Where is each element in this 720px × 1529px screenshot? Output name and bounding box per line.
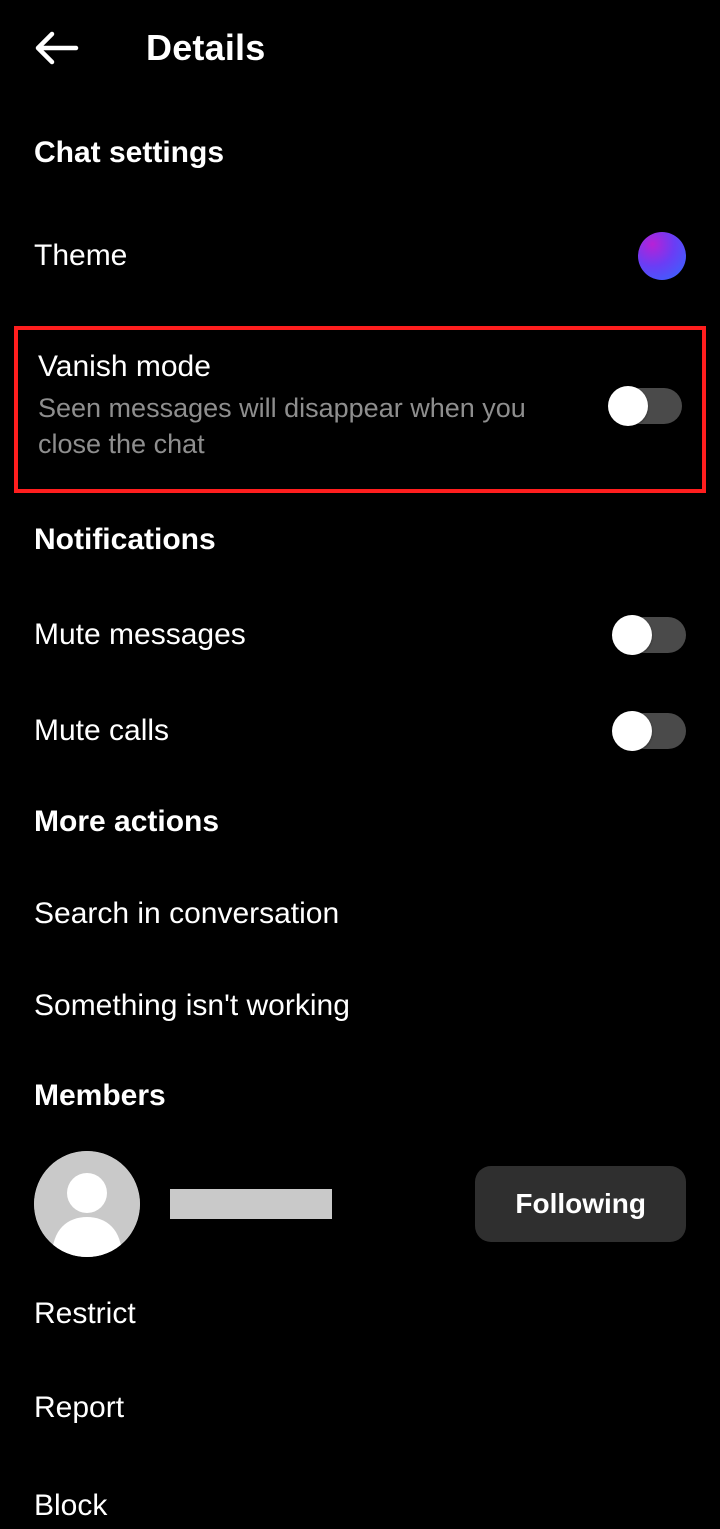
theme-row[interactable]: Theme: [0, 232, 720, 280]
mute-messages-label: Mute messages: [34, 618, 246, 652]
vanish-mode-label: Vanish mode: [38, 350, 558, 384]
something-isnt-working-row[interactable]: Something isn't working: [0, 989, 720, 1023]
avatar[interactable]: [34, 1151, 140, 1257]
mute-messages-row[interactable]: Mute messages: [0, 617, 720, 653]
member-row[interactable]: Following: [0, 1151, 720, 1257]
section-heading-chat-settings: Chat settings: [0, 136, 720, 170]
member-name-redacted: [170, 1189, 332, 1219]
back-button[interactable]: [28, 20, 84, 76]
arrow-left-icon: [32, 24, 80, 72]
section-heading-notifications: Notifications: [0, 523, 720, 557]
vanish-mode-toggle[interactable]: [610, 388, 682, 424]
mute-calls-label: Mute calls: [34, 714, 169, 748]
vanish-mode-row[interactable]: Vanish mode Seen messages will disappear…: [38, 350, 682, 463]
theme-swatch-icon: [638, 232, 686, 280]
report-row[interactable]: Report: [0, 1391, 720, 1425]
something-isnt-working-label: Something isn't working: [34, 989, 350, 1023]
vanish-mode-sub: Seen messages will disappear when you cl…: [38, 390, 558, 463]
search-in-conversation-row[interactable]: Search in conversation: [0, 897, 720, 931]
report-label: Report: [34, 1391, 124, 1425]
restrict-label: Restrict: [34, 1297, 136, 1331]
mute-calls-toggle[interactable]: [614, 713, 686, 749]
following-button[interactable]: Following: [475, 1166, 686, 1242]
block-row[interactable]: Block: [0, 1489, 720, 1523]
section-heading-members: Members: [0, 1079, 720, 1113]
mute-calls-row[interactable]: Mute calls: [0, 713, 720, 749]
theme-label: Theme: [34, 239, 127, 273]
page-title: Details: [146, 27, 265, 69]
vanish-mode-highlight: Vanish mode Seen messages will disappear…: [14, 326, 706, 493]
section-heading-more-actions: More actions: [0, 805, 720, 839]
header: Details: [0, 0, 720, 96]
avatar-placeholder-icon: [34, 1151, 140, 1257]
restrict-row[interactable]: Restrict: [0, 1297, 720, 1331]
search-in-conversation-label: Search in conversation: [34, 897, 339, 931]
block-label: Block: [34, 1489, 107, 1523]
mute-messages-toggle[interactable]: [614, 617, 686, 653]
